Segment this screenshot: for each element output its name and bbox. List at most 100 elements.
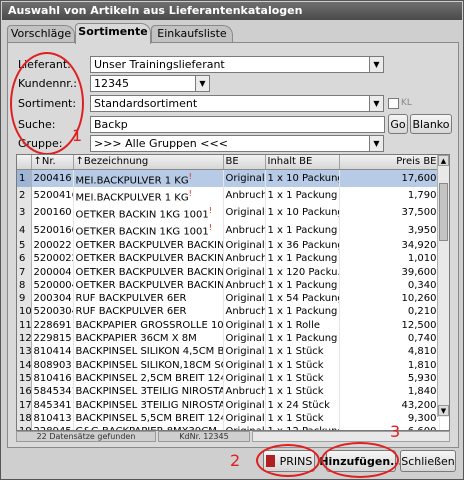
status-kdnr: KdNr. 12345 (158, 431, 250, 442)
be-cell-text: Anbruch (225, 386, 265, 398)
inhalt-be-cell: 1 x 1 Stück (265, 358, 340, 372)
warning-mark-icon: ! (188, 171, 192, 181)
table-row[interactable]: 165845341BACKPINSEL 3TEILIG NIROSTAAnbru… (17, 385, 440, 399)
go-button[interactable]: Go (388, 114, 408, 134)
sortiment-select[interactable]: Standardsortiment (90, 95, 370, 112)
table-row[interactable]: 12 229815 BACKPAPIER 36CM X 8M Original 1 x … (17, 331, 440, 346)
header-rownum (17, 155, 32, 170)
nr-cell-text: 810416 (33, 372, 72, 384)
tab-sortimente[interactable]: Sortimente (75, 23, 151, 44)
lieferant-dropdown-button[interactable]: ▼ (369, 56, 384, 73)
inhalt-be-cell-text: 1 x 36 Packung.. (267, 239, 339, 251)
table-row[interactable]: 5 200022OETKER BACKPULVER BACKIN 10EROrig… (17, 238, 440, 253)
preis-be-cell: 1,810 (339, 358, 440, 372)
scroll-up-icon[interactable]: ▲ (438, 155, 449, 166)
table-row[interactable]: 9 200304 RUF BACKPULVER 6ER Original 1 x 54 … (17, 292, 440, 306)
nr-cell-text: 810413 (33, 412, 72, 424)
schliessen-button[interactable]: Schließen (400, 450, 456, 472)
table-row[interactable]: 15 810416 BACKPINSEL 2,5CM BREIT 12467 Orig… (17, 371, 440, 386)
kundennr-dropdown-button[interactable]: ▼ (195, 75, 210, 92)
table-row[interactable]: 25200416MEI.BACKPULVER 1 KG!Anbruch1 x 1… (17, 186, 440, 205)
header-be[interactable]: BE (223, 155, 266, 170)
bezeichnung-cell: BACKPAPIER GROSSROLLE 100M (73, 318, 224, 332)
be-cell-text: Original (225, 333, 265, 345)
be-cell: Original (223, 411, 266, 425)
table-row[interactable]: 1 200416 MEI.BACKPULVER 1 KG! Original 1 x 1… (17, 169, 440, 187)
gruppe-select[interactable]: >>> Alle Gruppen <<< (90, 135, 370, 152)
bezeichnung-cell-text: BACKPINSEL SILIKON 4,5CM BREIT (75, 346, 223, 358)
be-cell-text: Anbruch (225, 189, 265, 201)
preis-be-cell-text: 9,300 (407, 412, 437, 424)
tab-einkaufsliste[interactable]: Einkaufsliste (151, 25, 233, 43)
row-number-cell-text: 5 (19, 239, 26, 251)
be-cell: Anbruch (223, 305, 266, 319)
table-row[interactable]: 8 5200004OETKER BACKPULVER BACKIN 3ERAnbr… (17, 278, 440, 292)
scroll-thumb[interactable] (439, 183, 448, 241)
row-number-cell-text: 13 (19, 346, 31, 358)
row-number-cell-text: 3 (19, 207, 26, 219)
preis-be-cell: 9,300 (339, 411, 440, 425)
table-row[interactable]: 7 200004OETKER BACKPULVER BACKIN 3EROrigi… (17, 265, 440, 279)
be-cell: Original (223, 398, 266, 412)
header-bezeichnung[interactable]: ↑Bezeichnung (73, 155, 224, 170)
bezeichnung-cell-text: BACKPINSEL 3TEILIG NIROSTA (75, 386, 223, 398)
nr-cell-text: 200160 (33, 207, 72, 219)
preis-be-cell-text: 1,840 (407, 386, 437, 398)
nr-cell-text: 5200304 (33, 306, 73, 318)
horizontal-scrollbar[interactable] (252, 431, 450, 442)
row-number-cell: 9 (17, 292, 32, 306)
nr-cell: 200022 (31, 238, 74, 253)
window-title: Auswahl von Artikeln aus Lieferantenkata… (2, 2, 462, 20)
table-row[interactable]: 11 228691 BACKPAPIER GROSSROLLE 100M Origin… (17, 318, 440, 332)
nr-cell: 5200416 (31, 186, 74, 205)
inhalt-be-cell-text: 1 x 1 Packung (267, 189, 338, 201)
bezeichnung-cell-text: MEI.BACKPULVER 1 KG (75, 192, 189, 204)
nr-cell: 5845341 (31, 385, 74, 399)
table-row[interactable]: 6 5200022OETKER BACKPULVER BACKIN 10ERAnb… (17, 252, 440, 266)
table-row[interactable]: 3 200160 OETKER BACKIN 1KG 1001! Original 1 … (17, 204, 440, 222)
header-inhalt-be[interactable]: Inhalt BE (265, 155, 340, 170)
nr-cell-text: 200022 (33, 239, 72, 251)
header-nr[interactable]: ↑Nr. (31, 155, 74, 170)
chevron-down-icon: ▼ (373, 99, 380, 108)
suche-input[interactable]: Backp (90, 116, 385, 133)
table-row[interactable]: 14808903BACKPINSEL SILIKON,18CM SCHWRZOr… (17, 358, 440, 372)
nr-cell-text: 5200416 (33, 189, 73, 201)
preis-be-cell-text: 10,260 (401, 293, 437, 305)
table-row[interactable]: 13810414BACKPINSEL SILIKON 4,5CM BREITOr… (17, 345, 440, 359)
be-cell-text: Anbruch (225, 279, 265, 291)
sortiment-dropdown-button[interactable]: ▼ (369, 95, 384, 112)
inhalt-be-cell-text: 1 x 24 Stück (267, 399, 330, 411)
be-cell-text: Anbruch (225, 253, 265, 265)
table-row[interactable]: 105200304RUF BACKPULVER 6ER Anbruch1 x 1 … (17, 305, 440, 319)
inhalt-be-cell-text: 1 x 1 Stück (267, 346, 324, 358)
table-row[interactable]: 17 845341 BACKPINSEL 3TEILIG NIROSTA Origin… (17, 398, 440, 412)
nr-cell: 228691 (31, 318, 74, 332)
blanko-button[interactable]: Blanko (410, 114, 452, 134)
row-number-cell: 17 (17, 398, 32, 412)
annotation-ellipse-3 (321, 442, 399, 478)
nr-cell-text: 5200022 (33, 253, 73, 265)
kundennr-select[interactable]: 12345 (90, 75, 196, 92)
header-preis-be[interactable]: Preis BE (339, 155, 440, 170)
row-number-cell: 2 (17, 186, 32, 205)
annotation-label-3: 3 (390, 422, 401, 441)
gruppe-dropdown-button[interactable]: ▼ (369, 135, 384, 152)
inhalt-be-cell-text: 1 x 1 Stück (267, 359, 324, 371)
kl-checkbox[interactable] (388, 98, 399, 109)
table-row[interactable]: 18 810413 BACKPINSEL 5,5CM BREIT 12469 Orig… (17, 411, 440, 425)
be-cell: Original (223, 265, 266, 279)
warning-mark-icon: ! (208, 206, 212, 216)
lieferant-select[interactable]: Unser Trainingslieferant (90, 56, 370, 73)
tab-vorschlaege[interactable]: Vorschläge (7, 25, 75, 43)
be-cell: Anbruch (223, 385, 266, 399)
inhalt-be-cell-text: 1 x 1 Packung (267, 253, 338, 265)
be-cell-text: Original (225, 412, 265, 424)
row-number-cell: 12 (17, 331, 32, 346)
table-row[interactable]: 45200160OETKER BACKIN 1KG 1001!Anbruch1 … (17, 221, 440, 239)
nr-cell-text: 845341 (33, 399, 72, 411)
scroll-down-icon[interactable]: ▼ (438, 405, 449, 416)
nr-cell: 5200304 (31, 305, 74, 319)
vertical-scrollbar[interactable]: ▲ ▼ (437, 155, 449, 417)
bezeichnung-cell-text: BACKPINSEL 2,5CM BREIT 12467 (75, 372, 223, 384)
